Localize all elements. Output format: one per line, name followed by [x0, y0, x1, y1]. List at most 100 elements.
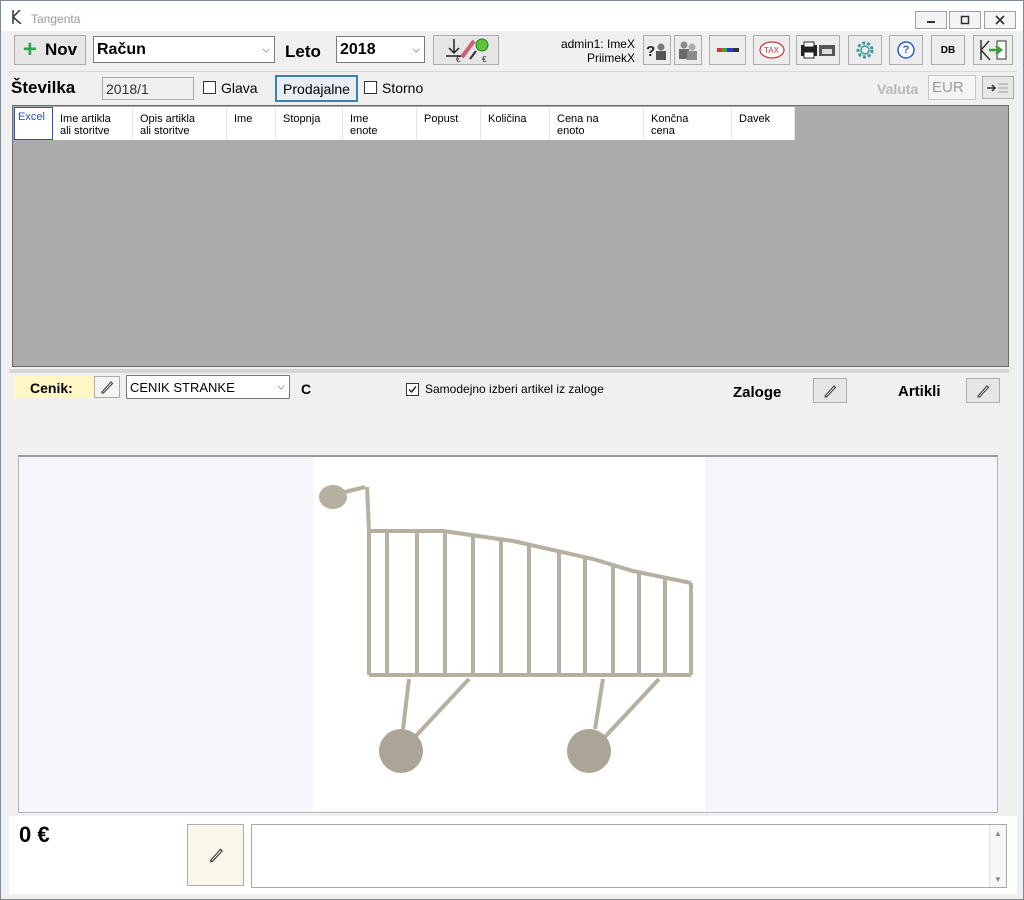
pencil-icon: [824, 384, 837, 398]
close-button[interactable]: [984, 11, 1016, 29]
database-icon: DB: [940, 44, 956, 56]
svg-text:€: €: [482, 55, 487, 63]
grid-header: Excel Ime artikla ali storitve Opis arti…: [14, 107, 795, 140]
printer-icon: [801, 41, 835, 59]
svg-text:€: €: [456, 55, 461, 63]
gear-icon: [856, 41, 874, 59]
svg-text:?: ?: [646, 43, 655, 60]
column-header-item-description[interactable]: Opis artikla ali storitve: [133, 107, 227, 140]
glava-checkbox[interactable]: [203, 81, 216, 94]
checkmark-icon: [408, 386, 417, 394]
new-document-button[interactable]: + Nov: [14, 35, 86, 65]
user-line-2: PriimekX: [586, 51, 635, 65]
currency-field[interactable]: EUR: [928, 75, 976, 100]
column-header-rate[interactable]: Stopnja: [276, 107, 343, 140]
pencil-icon: [977, 384, 990, 398]
price-list-select[interactable]: CENIK STRANKE ⌵: [126, 375, 290, 399]
minimize-button[interactable]: [915, 11, 947, 29]
items-grid[interactable]: Excel Ime artikla ali storitve Opis arti…: [12, 105, 1009, 367]
chevron-down-icon: ⌵: [277, 381, 285, 393]
price-list-code: C: [301, 381, 312, 397]
edit-stock-button[interactable]: [813, 378, 847, 403]
tax-button[interactable]: TAX: [753, 35, 790, 65]
logged-in-user: admin1: ImeX PriimekX: [529, 37, 635, 65]
help-button[interactable]: ?: [889, 35, 923, 65]
edit-price-list-button[interactable]: [94, 376, 120, 398]
storno-label: Storno: [382, 80, 424, 96]
arrow-list-icon: [987, 83, 1008, 92]
notes-scrollbar[interactable]: ▲ ▼: [989, 825, 1006, 887]
price-list-value: CENIK STRANKE: [130, 379, 235, 395]
settings-button[interactable]: [848, 35, 882, 65]
currency-exchange-button[interactable]: € €: [433, 35, 499, 65]
currency-select-button[interactable]: [982, 76, 1014, 99]
totals-panel: 0 € ▲ ▼: [9, 816, 1017, 894]
number-label: Številka: [11, 78, 76, 97]
app-logo-icon: [12, 10, 22, 24]
document-header-row: Številka 2018/1 Glava Prodajalne Storno …: [9, 71, 1017, 103]
stock-label: Zaloge: [733, 384, 782, 401]
user-info-button[interactable]: ?: [643, 35, 671, 65]
main-toolbar: + Nov Račun ⌵ Leto 2018 ⌵ € € admin1: Im…: [9, 33, 1017, 69]
pencil-icon: [101, 381, 114, 394]
question-user-icon: ?: [646, 43, 666, 60]
column-header-name[interactable]: Ime: [227, 107, 276, 140]
item-selection-area[interactable]: [18, 455, 998, 813]
column-header-unit-name[interactable]: Ime enote: [343, 107, 417, 140]
database-button[interactable]: DB: [931, 35, 965, 65]
title-bar: Tangenta: [1, 1, 1023, 31]
lower-panel: Cenik: CENIK STRANKE ⌵ C Samodejno izber…: [9, 373, 1009, 813]
users-icon: [679, 41, 697, 60]
users-button[interactable]: [674, 35, 702, 65]
scroll-down-icon[interactable]: ▼: [994, 875, 1002, 884]
column-header-discount[interactable]: Popust: [417, 107, 481, 140]
document-type-select[interactable]: Račun ⌵: [93, 36, 275, 63]
notes-textarea[interactable]: ▲ ▼: [251, 824, 1007, 888]
exit-button[interactable]: [973, 35, 1013, 65]
column-header-final-price[interactable]: Končna cena: [644, 107, 732, 140]
document-type-value: Račun: [97, 40, 146, 58]
year-label: Leto: [285, 42, 321, 61]
column-header-unit-price[interactable]: Cena na enoto: [550, 107, 644, 140]
exit-icon: [980, 40, 1007, 61]
color-bar-icon: [716, 48, 739, 52]
column-header-item-name[interactable]: Ime artikla ali storitve: [53, 107, 133, 140]
currency-label: Valuta: [877, 81, 919, 97]
new-button-label: Nov: [44, 40, 78, 59]
prodajalne-button[interactable]: Prodajalne: [275, 75, 358, 102]
maximize-icon: [960, 15, 970, 25]
chevron-down-icon: ⌵: [262, 44, 270, 55]
year-select[interactable]: 2018 ⌵: [336, 36, 425, 63]
auto-select-stock-label: Samodejno izberi artikel iz zaloge: [425, 382, 604, 396]
storno-checkbox[interactable]: [364, 81, 377, 94]
glava-label: Glava: [221, 80, 258, 96]
color-settings-button[interactable]: [709, 35, 746, 65]
excel-export-header[interactable]: Excel: [14, 107, 53, 140]
print-button[interactable]: [796, 35, 840, 65]
column-header-tax[interactable]: Davek: [732, 107, 795, 140]
plus-icon: +: [22, 36, 37, 63]
total-amount: 0 €: [19, 822, 50, 847]
app-window: Tangenta + Nov Račun ⌵ Leto 2018 ⌵ € € a…: [0, 0, 1024, 900]
shopping-cart-picture: [313, 457, 705, 811]
auto-select-stock-checkbox[interactable]: [406, 383, 419, 396]
currency-exchange-icon: € €: [446, 38, 489, 63]
edit-note-button[interactable]: [187, 824, 244, 886]
column-header-quantity[interactable]: Količina: [481, 107, 550, 140]
close-icon: [995, 15, 1005, 25]
tax-label: TAX: [764, 45, 779, 55]
price-list-label: Cenik:: [14, 376, 94, 398]
scroll-up-icon[interactable]: ▲: [994, 829, 1002, 838]
shopping-cart-icon: [319, 485, 693, 773]
user-line-1: admin1: ImeX: [560, 37, 635, 51]
pencil-icon: [208, 848, 223, 863]
window-title: Tangenta: [31, 12, 81, 26]
minimize-icon: [927, 21, 935, 23]
edit-items-button[interactable]: [966, 378, 1000, 403]
document-number-field[interactable]: 2018/1: [102, 77, 194, 100]
items-label: Artikli: [898, 383, 941, 400]
help-glyph: ?: [902, 44, 910, 56]
year-value: 2018: [340, 40, 376, 58]
chevron-down-icon: ⌵: [412, 44, 420, 55]
maximize-button[interactable]: [949, 11, 981, 29]
